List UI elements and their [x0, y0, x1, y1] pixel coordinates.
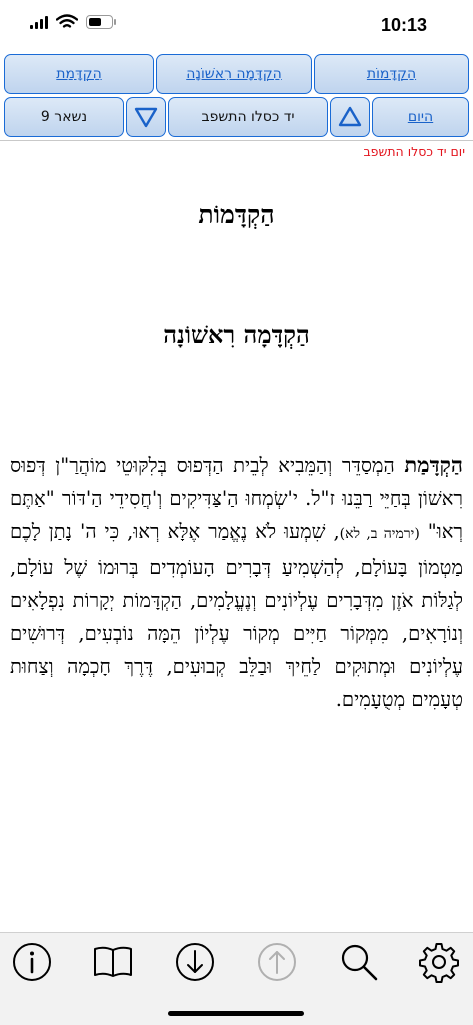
bottom-toolbar: [0, 932, 473, 1025]
hakdama-rishona-button-label: הַקְדָּמָה רִאשׁוֹנָה: [186, 66, 282, 82]
status-time: 10:13: [380, 15, 427, 35]
wifi-icon: [56, 14, 78, 28]
triangle-up-icon: [338, 106, 362, 127]
hakdama-button-label: הַקְדָּמַת: [56, 66, 102, 82]
next-day-button[interactable]: [126, 97, 166, 137]
triangle-down-icon: [134, 107, 158, 128]
search-button[interactable]: [336, 939, 382, 985]
paragraph-citation: (ירמיה ב, לא): [339, 526, 420, 542]
date-button-label: יד כסלו התשפב: [201, 109, 295, 125]
today-button[interactable]: היום: [372, 97, 469, 137]
remaining-button[interactable]: נשאר 9: [4, 97, 124, 137]
section-title: הַקְדָּמָה רִאשׁוֹנָה: [163, 320, 310, 349]
status-bar: 10:13: [0, 0, 473, 50]
home-indicator: [168, 1011, 304, 1016]
paragraph-lead-word: הַקְדָּמַת: [404, 452, 463, 477]
page-title: הַקְדָּמוֹת: [198, 200, 275, 229]
search-icon: [341, 944, 378, 981]
info-button[interactable]: [9, 939, 55, 985]
arrow-up-circle-icon: [258, 943, 296, 981]
scroll-up-button[interactable]: [254, 939, 300, 985]
scroll-down-button[interactable]: [172, 939, 218, 985]
info-icon: [13, 943, 51, 981]
reading-pane[interactable]: הַקְדָּמוֹת הַקְדָּמָה רִאשׁוֹנָה הַקְדָ…: [0, 162, 473, 932]
hakdamot-button-label: הַקְדָּמוֹת: [366, 66, 417, 82]
book-button[interactable]: [90, 939, 136, 985]
date-button[interactable]: יד כסלו התשפב: [168, 97, 328, 137]
book-icon: [94, 946, 132, 977]
settings-button[interactable]: [416, 939, 462, 985]
arrow-down-circle-icon: [176, 943, 214, 981]
body-paragraph: הַקְדָּמַת הַמְסַדֵּר וְהַמֵּבִיא לְבֵית…: [10, 448, 463, 716]
remaining-button-label: נשאר 9: [40, 109, 88, 125]
toolbar: הַקְדָּמַת הַקְדָּמָה רִאשׁוֹנָה הַקְדָּ…: [0, 50, 473, 140]
hakdama-rishona-button[interactable]: הַקְדָּמָה רִאשׁוֹנָה: [156, 54, 312, 94]
signal-icon: [30, 15, 48, 29]
date-row: יום יד כסלו התשפב: [0, 140, 473, 162]
gear-icon: [419, 943, 459, 983]
battery-icon: [86, 15, 116, 29]
today-button-label: היום: [407, 109, 434, 125]
hebrew-date-label: יום יד כסלו התשפב: [363, 144, 465, 159]
hakdama-button[interactable]: הַקְדָּמַת: [4, 54, 154, 94]
hakdamot-button[interactable]: הַקְדָּמוֹת: [314, 54, 469, 94]
prev-day-button[interactable]: [330, 97, 370, 137]
status-icons: [30, 14, 116, 30]
paragraph-text-2: , שִׁמְעוּ לֹא נֶאֱמַר אֶלָּא רְאוּ, כִּ…: [10, 520, 463, 711]
